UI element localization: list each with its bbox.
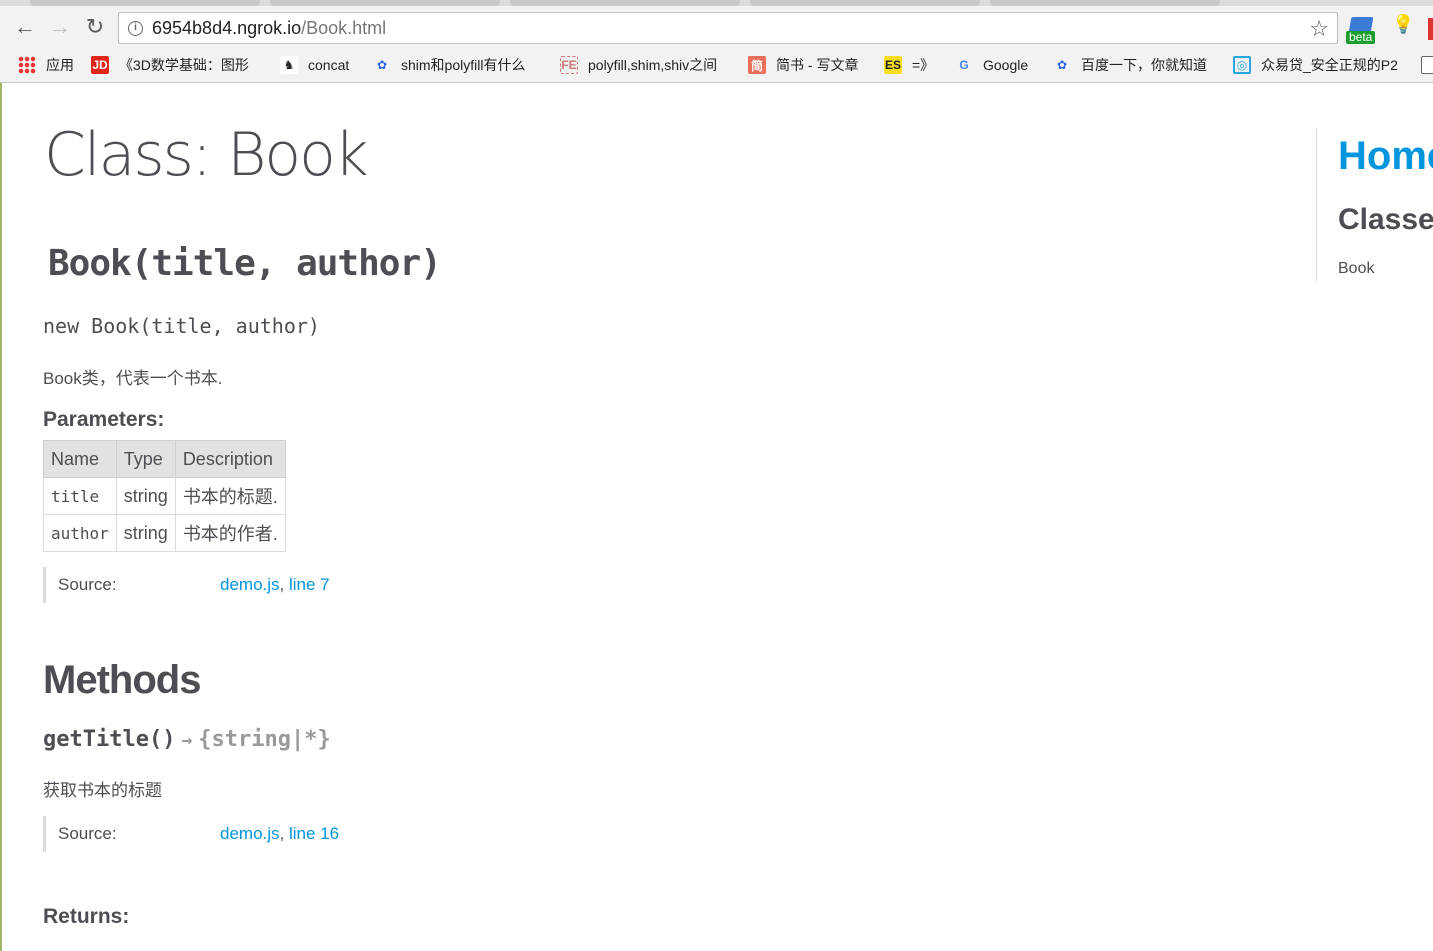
beta-extension-button[interactable]: beta — [1346, 14, 1378, 44]
method-name: getTitle() — [43, 727, 176, 752]
bookmark-baidu[interactable]: ✿ 百度一下，你就知道 — [1053, 52, 1207, 78]
baidu-paw-icon: ✿ — [376, 58, 388, 72]
parameters-table: Name Type Description title string 书本的标题… — [43, 440, 286, 552]
bookmark-label: concat — [308, 57, 350, 73]
column-header-description: Description — [174, 440, 286, 478]
tab[interactable] — [30, 0, 260, 6]
source-line-link[interactable]: line 16 — [289, 824, 339, 844]
url-text[interactable]: 6954b8d4.ngrok.io/Book.html — [152, 18, 386, 39]
menu-extension-icon[interactable] — [1428, 18, 1433, 40]
source-separator: , — [279, 824, 285, 843]
fe-icon: FE — [560, 56, 578, 74]
constructor-signature: new Book(title, author) — [43, 314, 320, 338]
tab[interactable] — [750, 0, 980, 6]
jianshu-icon: 简 — [748, 56, 766, 74]
bookmark-label: 应用 — [46, 57, 74, 73]
bookmark-label: Google — [983, 57, 1029, 73]
tab-strip — [0, 0, 1433, 6]
bookmark-concat[interactable]: ♞ concat — [280, 52, 349, 78]
jd-icon: JD — [91, 56, 109, 74]
bookmark-shim-polyfill[interactable]: ✿ shim和polyfill有什么 — [373, 52, 543, 78]
bookmark-apps[interactable]: 应用 — [18, 52, 74, 78]
table-header-row: Name Type Description — [43, 440, 286, 478]
methods-heading: Methods — [43, 658, 201, 702]
bookmark-label: shim和polyfill有什么 — [401, 57, 526, 73]
param-description: 书本的作者. — [174, 514, 286, 552]
tab[interactable] — [270, 0, 500, 6]
constructor-description: Book类，代表一个书本. — [43, 369, 223, 388]
url-path: /Book.html — [301, 18, 387, 38]
bookmark-jianshu[interactable]: 简 简书 - 写文章 — [748, 52, 858, 78]
bookmarks-bar: 应用 JD 《3D数学基础：图形 ♞ concat ✿ shim和polyfil… — [0, 52, 1433, 78]
tab[interactable] — [990, 0, 1220, 6]
google-icon: G — [959, 58, 969, 72]
tab[interactable] — [510, 0, 740, 6]
source-file-link[interactable]: demo.js — [220, 824, 280, 844]
baidu-paw-icon: ✿ — [1056, 58, 1068, 72]
beta-badge: beta — [1346, 31, 1376, 44]
bulb-extension-icon[interactable]: 💡 — [1392, 14, 1414, 42]
bookmark-star-icon[interactable]: ☆ — [1309, 16, 1329, 42]
browser-chrome: ← → ↻ i 6954b8d4.ngrok.io/Book.html ☆ be… — [0, 0, 1433, 83]
table-row: author string 书本的作者. — [43, 514, 286, 552]
nav-classes-heading: Classes — [1338, 203, 1433, 236]
method-signature: getTitle() → {string|*} — [43, 727, 331, 752]
nav-home-link[interactable]: Home — [1338, 134, 1433, 179]
param-description: 书本的标题. — [174, 477, 286, 515]
bookmark-label: 百度一下，你就知道 — [1081, 57, 1207, 73]
cat-icon: ♞ — [280, 56, 298, 74]
bookmark-other[interactable] — [1421, 52, 1433, 78]
bookmark-label: 《3D数学基础：图形 — [119, 57, 249, 73]
constructor-source: Source: demo.js, line 7 — [43, 567, 330, 603]
bookmark-label: =》 — [912, 57, 935, 73]
returns-heading: Returns: — [43, 905, 130, 928]
constructor-heading: Book(title, author) — [48, 243, 442, 284]
address-bar[interactable]: i 6954b8d4.ngrok.io/Book.html ☆ — [118, 12, 1338, 44]
page-left-border — [0, 83, 2, 951]
back-button[interactable]: ← — [12, 13, 38, 41]
url-host: 6954b8d4.ngrok.io — [152, 18, 302, 38]
nav-class-book-link[interactable]: Book — [1338, 260, 1374, 278]
bookmark-zhongyidai[interactable]: ◎ 众易贷_安全正规的P2 — [1233, 52, 1401, 78]
bookmark-google[interactable]: G Google — [955, 52, 1028, 78]
source-label: Source: — [58, 575, 117, 594]
source-separator: , — [279, 575, 285, 594]
bookmark-label: 众易贷_安全正规的P2 — [1261, 57, 1398, 73]
returns-arrow-icon: → — [181, 730, 193, 751]
bookmark-label: polyfill,shim,shiv之间 — [588, 57, 718, 73]
param-type: string — [115, 514, 176, 552]
document-icon — [1421, 56, 1433, 74]
page-title: Class: Book — [44, 120, 369, 190]
param-name: author — [43, 514, 117, 552]
page-content: Class: Book Book(title, author) new Book… — [0, 83, 1433, 951]
method-description: 获取书本的标题 — [43, 781, 162, 800]
source-file-link[interactable]: demo.js — [220, 575, 280, 595]
reload-button[interactable]: ↻ — [82, 13, 108, 41]
column-header-name: Name — [43, 440, 117, 478]
column-header-type: Type — [115, 440, 176, 478]
source-line-link[interactable]: line 7 — [289, 575, 330, 595]
bookmark-es[interactable]: ES =》 — [884, 52, 934, 78]
method-return-type: {string|*} — [198, 727, 331, 752]
apps-icon — [18, 56, 36, 74]
bookmark-polyfill-shim-shiv[interactable]: FE polyfill,shim,shiv之间 — [560, 52, 730, 78]
bookmark-label: 简书 - 写文章 — [776, 57, 859, 73]
table-row: title string 书本的标题. — [43, 477, 286, 515]
forward-button[interactable]: → — [47, 13, 73, 41]
source-label: Source: — [58, 824, 117, 843]
parameters-heading: Parameters: — [43, 408, 165, 431]
method-source: Source: demo.js, line 16 — [43, 816, 339, 852]
zhongyidai-icon: ◎ — [1233, 56, 1251, 74]
bookmark-jd[interactable]: JD 《3D数学基础：图形 — [91, 52, 259, 78]
param-name: title — [43, 477, 117, 515]
info-icon[interactable]: i — [128, 21, 143, 36]
param-type: string — [115, 477, 176, 515]
es-icon: ES — [884, 56, 902, 74]
side-nav: Home Classes Book — [1316, 128, 1433, 281]
